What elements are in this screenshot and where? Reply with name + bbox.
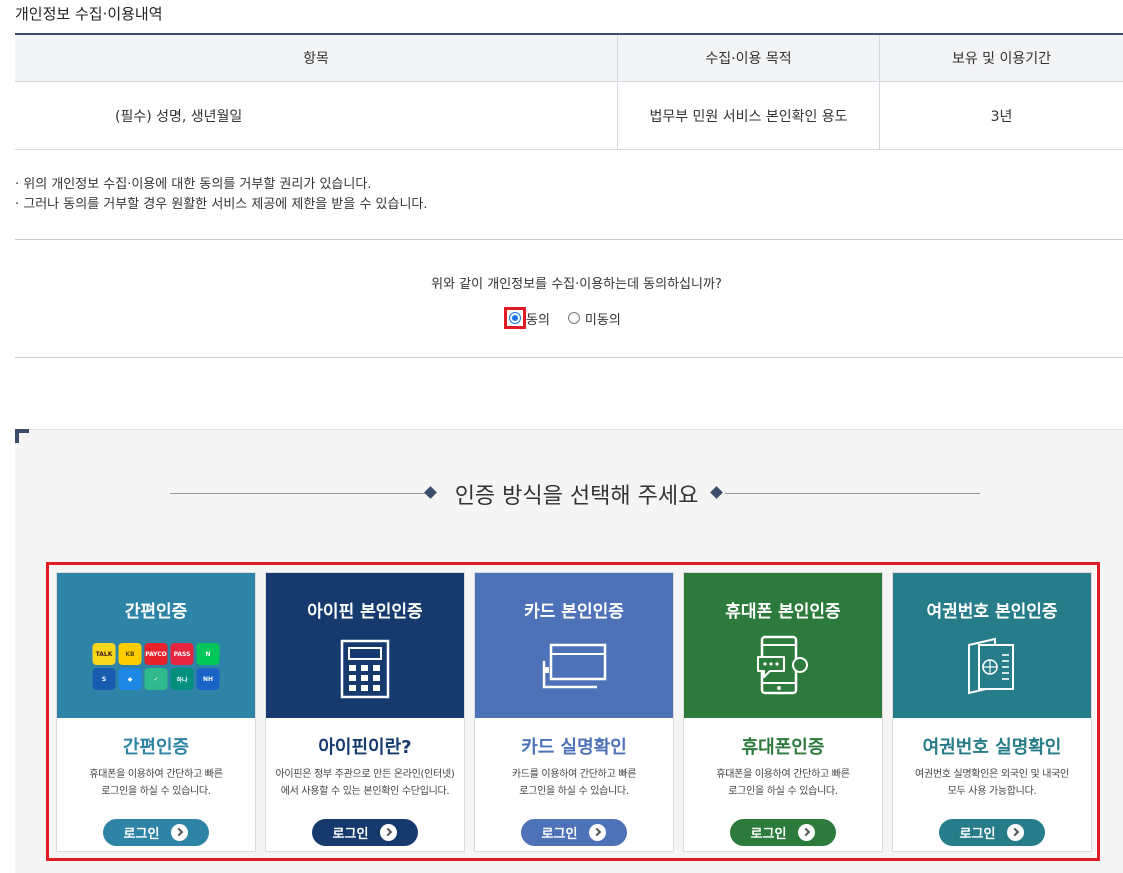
note-line: · 그러나 동의를 거부할 경우 원활한 서비스 제공에 제한을 받을 수 있습…: [15, 195, 428, 215]
app-logo-icon: 하나: [171, 668, 194, 690]
card-header-title: 카드 본인인증: [475, 597, 673, 622]
card-header: 아이핀 본인인증: [266, 573, 464, 718]
card-icon: [541, 643, 607, 695]
card-title: 휴대폰인증: [684, 733, 882, 759]
card-description: 휴대폰을 이용하여 간단하고 빠른 로그인을 하실 수 있습니다.: [57, 766, 255, 800]
card-description: 카드를 이용하여 간단하고 빠른 로그인을 하실 수 있습니다.: [475, 766, 673, 800]
auth-card-credit[interactable]: 카드 본인인증 카드 실명확인 카드를 이용하여 간단하고 빠른 로그인을 하실…: [474, 572, 674, 852]
login-button-label: 로그인: [542, 823, 578, 842]
privacy-table: 항목 수집·이용 목적 보유 및 이용기간 (필수) 성명, 생년월일 법무부 …: [15, 33, 1123, 150]
login-button[interactable]: 로그인: [312, 819, 418, 846]
card-description: 휴대폰을 이용하여 간단하고 빠른 로그인을 하실 수 있습니다.: [684, 766, 882, 800]
agree-radio[interactable]: [509, 312, 521, 324]
table-header: 항목: [15, 34, 618, 82]
card-desc-line: 휴대폰을 이용하여 간단하고 빠른: [57, 766, 255, 783]
card-desc-line: 카드를 이용하여 간단하고 빠른: [475, 766, 673, 783]
app-logo-icon: PASS: [171, 643, 194, 665]
app-logo-icon: N: [197, 643, 220, 665]
passport-icon: [965, 637, 1019, 699]
card-desc-line: 로그인을 하실 수 있습니다.: [57, 783, 255, 800]
card-desc-line: 에서 사용할 수 있는 본인확인 수단입니다.: [266, 783, 464, 800]
divider: [15, 239, 1123, 240]
card-title: 아이핀이란?: [266, 733, 464, 759]
app-logo-icon: NH: [197, 668, 220, 690]
arrow-right-icon: [171, 824, 188, 841]
auth-title: 인증 방식을 선택해 주세요: [0, 478, 1123, 510]
app-logo-icon: S: [93, 668, 116, 690]
table-row: (필수) 성명, 생년월일 법무부 민원 서비스 본인확인 용도 3년: [15, 82, 1123, 150]
login-button-label: 로그인: [960, 823, 996, 842]
card-desc-line: 로그인을 하실 수 있습니다.: [475, 783, 673, 800]
auth-card-simple[interactable]: 간편인증 TALKKBPAYCOPASSN S◆✓하나NH 간편인증 휴대폰을 이…: [56, 572, 256, 852]
card-title: 간편인증: [57, 733, 255, 759]
card-header-title: 간편인증: [57, 597, 255, 622]
title-line-right: [725, 493, 980, 494]
card-header: 여권번호 본인인증: [893, 573, 1091, 718]
consent-question: 위와 같이 개인정보를 수집·이용하는데 동의하십니까?: [0, 273, 1123, 292]
disagree-label: 미동의: [585, 309, 621, 328]
app-logo-icon: TALK: [93, 643, 116, 665]
simple-auth-apps-icon: TALKKBPAYCOPASSN S◆✓하나NH: [93, 643, 220, 690]
card-desc-line: 로그인을 하실 수 있습니다.: [684, 783, 882, 800]
card-header: 휴대폰 본인인증: [684, 573, 882, 718]
card-desc-line: 여권번호 실명확인은 외국인 및 내국인: [893, 766, 1091, 783]
card-desc-line: 아이핀은 정부 주관으로 만든 온라인(인터넷): [266, 766, 464, 783]
consent-notes: · 위의 개인정보 수집·이용에 대한 동의를 거부할 권리가 있습니다. · …: [15, 175, 428, 215]
disagree-radio[interactable]: [568, 312, 580, 324]
login-button-label: 로그인: [124, 823, 160, 842]
arrow-right-icon: [798, 824, 815, 841]
login-button-label: 로그인: [751, 823, 787, 842]
login-button[interactable]: 로그인: [939, 819, 1045, 846]
app-logo-icon: PAYCO: [145, 643, 168, 665]
auth-card-passport[interactable]: 여권번호 본인인증 여권번호 실명확인 여권번호 실명확인은 외국인 및 내국인…: [892, 572, 1092, 852]
card-header-title: 휴대폰 본인인증: [684, 597, 882, 622]
table-header: 수집·이용 목적: [618, 34, 880, 82]
corner-decoration: [15, 429, 19, 443]
app-logo-icon: ✓: [145, 668, 168, 690]
card-desc-line: 모두 사용 가능합니다.: [893, 783, 1091, 800]
agree-highlight: [504, 307, 526, 329]
card-title: 카드 실명확인: [475, 733, 673, 759]
card-header: 간편인증 TALKKBPAYCOPASSN S◆✓하나NH: [57, 573, 255, 718]
section-title: 개인정보 수집·이용내역: [15, 3, 163, 24]
agree-option[interactable]: 동의: [526, 309, 550, 328]
table-header: 보유 및 이용기간: [880, 34, 1123, 82]
app-logo-icon: ◆: [119, 668, 142, 690]
table-cell: 법무부 민원 서비스 본인확인 용도: [618, 82, 880, 150]
login-button[interactable]: 로그인: [730, 819, 836, 846]
app-logo-icon: KB: [119, 643, 142, 665]
auth-card-mobile[interactable]: 휴대폰 본인인증 휴대폰인증 휴대폰을 이용하여 간단하고 빠른 로그인을 하실…: [683, 572, 883, 852]
note-line: · 위의 개인정보 수집·이용에 대한 동의를 거부할 권리가 있습니다.: [15, 175, 428, 195]
arrow-right-icon: [380, 824, 397, 841]
arrow-right-icon: [589, 824, 606, 841]
login-button[interactable]: 로그인: [521, 819, 627, 846]
card-desc-line: 휴대폰을 이용하여 간단하고 빠른: [684, 766, 882, 783]
card-header: 카드 본인인증: [475, 573, 673, 718]
arrow-right-icon: [1007, 824, 1024, 841]
calculator-icon: [340, 639, 390, 703]
card-header-title: 여권번호 본인인증: [893, 597, 1091, 622]
disagree-option[interactable]: 미동의: [568, 309, 621, 328]
mobile-phone-icon: [756, 635, 810, 699]
divider: [15, 357, 1123, 358]
table-cell: (필수) 성명, 생년월일: [15, 82, 618, 150]
login-button[interactable]: 로그인: [103, 819, 209, 846]
card-description: 아이핀은 정부 주관으로 만든 온라인(인터넷) 에서 사용할 수 있는 본인확…: [266, 766, 464, 800]
table-cell: 3년: [880, 82, 1123, 150]
auth-card-ipin[interactable]: 아이핀 본인인증 아이핀이란? 아이핀은 정부 주관으로 만든 온라인(인터넷)…: [265, 572, 465, 852]
agree-label: 동의: [526, 309, 550, 328]
card-description: 여권번호 실명확인은 외국인 및 내국인 모두 사용 가능합니다.: [893, 766, 1091, 800]
login-button-label: 로그인: [333, 823, 369, 842]
consent-options: 동의 미동의: [504, 307, 621, 329]
card-header-title: 아이핀 본인인증: [266, 597, 464, 622]
card-title: 여권번호 실명확인: [893, 733, 1091, 759]
